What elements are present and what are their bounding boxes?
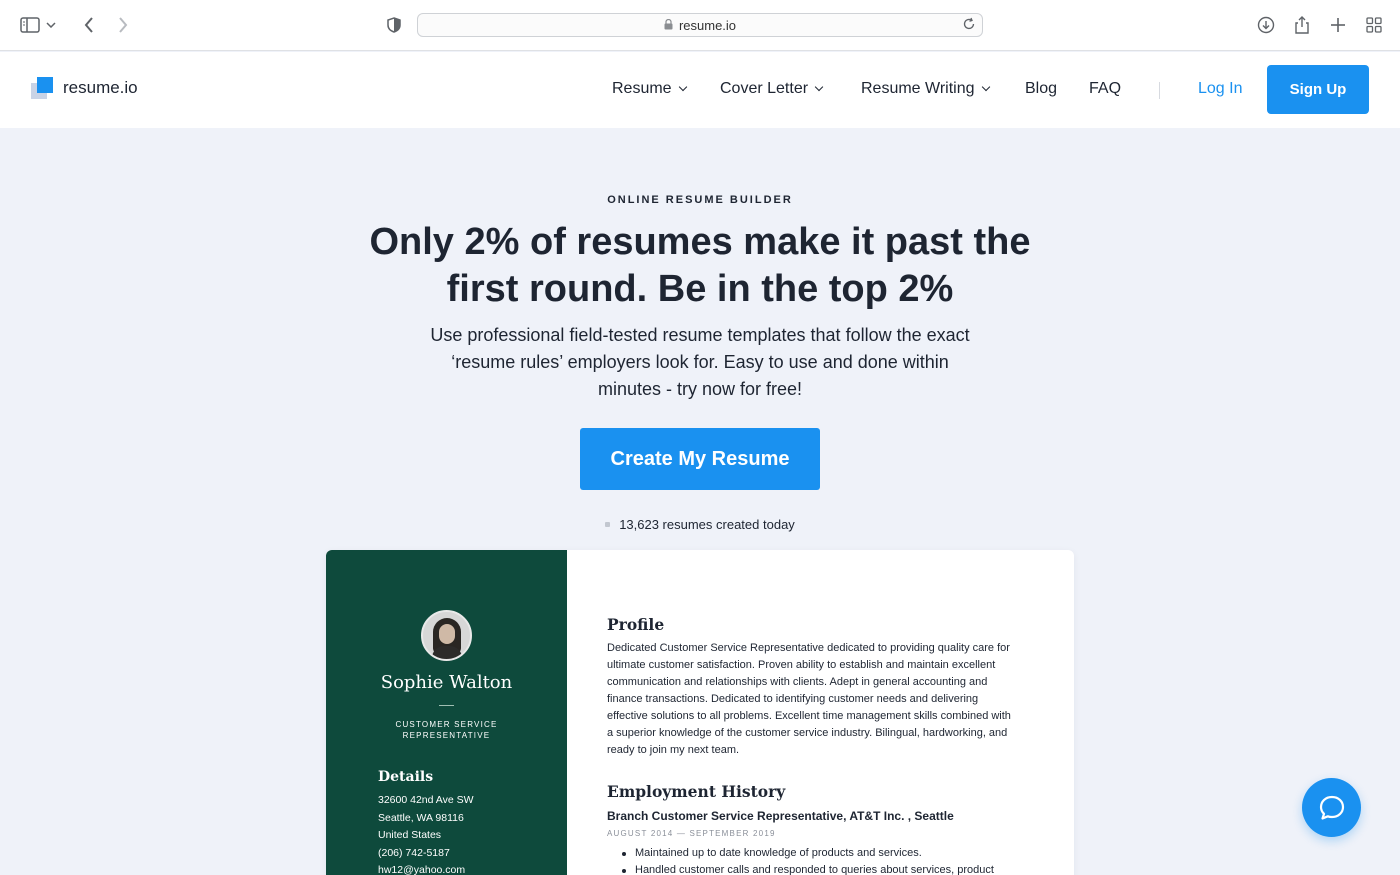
nav-resume-writing[interactable]: Resume Writing (861, 80, 990, 98)
nav-blog[interactable]: Blog (1025, 80, 1057, 98)
nav-resume[interactable]: Resume (612, 80, 687, 98)
profile-line: ultimate customer satisfaction. Proven a… (607, 659, 996, 671)
share-icon[interactable] (1290, 13, 1314, 37)
nav-label: Resume Writing (861, 80, 975, 97)
job-title: Branch Customer Service Representative, … (607, 809, 954, 823)
signup-button[interactable]: Sign Up (1267, 65, 1369, 114)
url-text: resume.io (678, 17, 737, 33)
counter-text: 13,623 resumes created today (619, 517, 795, 532)
sidebar-toggle-icon[interactable] (18, 13, 42, 37)
headline-line: first round. Be in the top 2% (446, 268, 954, 310)
nav-cover-letter[interactable]: Cover Letter (720, 80, 824, 98)
subtext-line: Use professional field-tested resume tem… (430, 325, 970, 345)
headline-line: Only 2% of resumes make it past the (369, 221, 1031, 263)
nav-label: FAQ (1089, 80, 1122, 97)
title-line: CUSTOMER SERVICE (395, 720, 498, 729)
hero-eyebrow: ONLINE RESUME BUILDER (607, 194, 793, 206)
list-item: Maintained up to date knowledge of produ… (607, 845, 1037, 862)
back-icon[interactable] (77, 13, 101, 37)
logo-text: resume.io (63, 78, 138, 97)
subtext-line: minutes - try now for free! (597, 379, 803, 399)
new-tab-icon[interactable] (1326, 13, 1350, 37)
nav-label: Cover Letter (720, 80, 809, 97)
logo[interactable]: resume.io (31, 77, 138, 99)
job-dates: AUGUST 2014 — SEPTEMBER 2019 (607, 829, 776, 838)
profile-line: finance transactions. Dedicated to ident… (607, 693, 979, 705)
subtext-line: ‘resume rules’ employers look for. Easy … (451, 352, 949, 372)
profile-line: a superior knowledge of the customer ser… (607, 727, 1008, 739)
address-bar[interactable]: resume.io (417, 13, 983, 37)
profile-line: effective solutions to all problems. Exc… (607, 710, 1011, 722)
detail-line: hw12@yahoo.com (378, 864, 466, 875)
title-line: REPRESENTATIVE (402, 731, 491, 740)
detail-line: Seattle, WA 98116 (378, 812, 464, 824)
tab-overview-icon[interactable] (1362, 13, 1386, 37)
privacy-shield-icon[interactable] (382, 13, 406, 37)
counter-dot-icon (605, 522, 611, 527)
chevron-down-icon (678, 82, 687, 92)
site-header: resume.io Resume Cover Letter Resume Wri… (0, 52, 1400, 128)
profile-line: Dedicated Customer Service Representativ… (607, 642, 1010, 654)
profile-text: Dedicated Customer Service Representativ… (607, 640, 1032, 759)
chevron-down-icon (814, 82, 824, 92)
resume-counter: 13,623 resumes created today (0, 517, 1400, 532)
hero-headline: Only 2% of resumes make it past the firs… (300, 219, 1100, 313)
list-item: Handled customer calls and responded to … (607, 862, 1037, 875)
details-heading: Details (378, 769, 434, 785)
profile-heading: Profile (607, 615, 665, 634)
detail-line: 32600 42nd Ave SW (378, 794, 474, 806)
profile-line: communication and relationships with cli… (607, 676, 988, 688)
nav-faq[interactable]: FAQ (1089, 80, 1121, 98)
resume-job-title: CUSTOMER SERVICE REPRESENTATIVE (386, 719, 507, 741)
downloads-icon[interactable] (1254, 13, 1278, 37)
resume-preview: Sophie Walton CUSTOMER SERVICE REPRESENT… (326, 550, 1074, 875)
resume-sidebar: Sophie Walton CUSTOMER SERVICE REPRESENT… (326, 550, 567, 875)
avatar (421, 610, 472, 661)
detail-line: (206) 742-5187 (378, 847, 450, 859)
logo-icon (31, 77, 53, 99)
detail-line: United States (378, 829, 442, 841)
create-resume-button[interactable]: Create My Resume (580, 428, 820, 490)
forward-icon[interactable] (111, 13, 135, 37)
nav-divider (1159, 82, 1160, 99)
chevron-down-icon (981, 82, 990, 92)
chat-bubble-icon (1319, 795, 1344, 820)
resume-name: Sophie Walton (380, 672, 513, 693)
employment-heading: Employment History (607, 782, 786, 801)
profile-line: ready to join my next team. (607, 744, 740, 756)
job-bullets: Maintained up to date knowledge of produ… (607, 845, 1037, 875)
hero-subtext: Use professional field-tested resume tem… (400, 322, 1000, 403)
chat-button[interactable] (1302, 778, 1361, 837)
divider (439, 705, 454, 706)
nav-label: Resume (612, 80, 672, 97)
login-link[interactable]: Log In (1198, 80, 1242, 98)
lock-icon (664, 18, 673, 33)
chevron-down-icon[interactable] (44, 13, 58, 37)
nav-label: Blog (1025, 80, 1058, 97)
browser-toolbar: resume.io (0, 0, 1400, 51)
reload-icon[interactable] (962, 17, 976, 34)
